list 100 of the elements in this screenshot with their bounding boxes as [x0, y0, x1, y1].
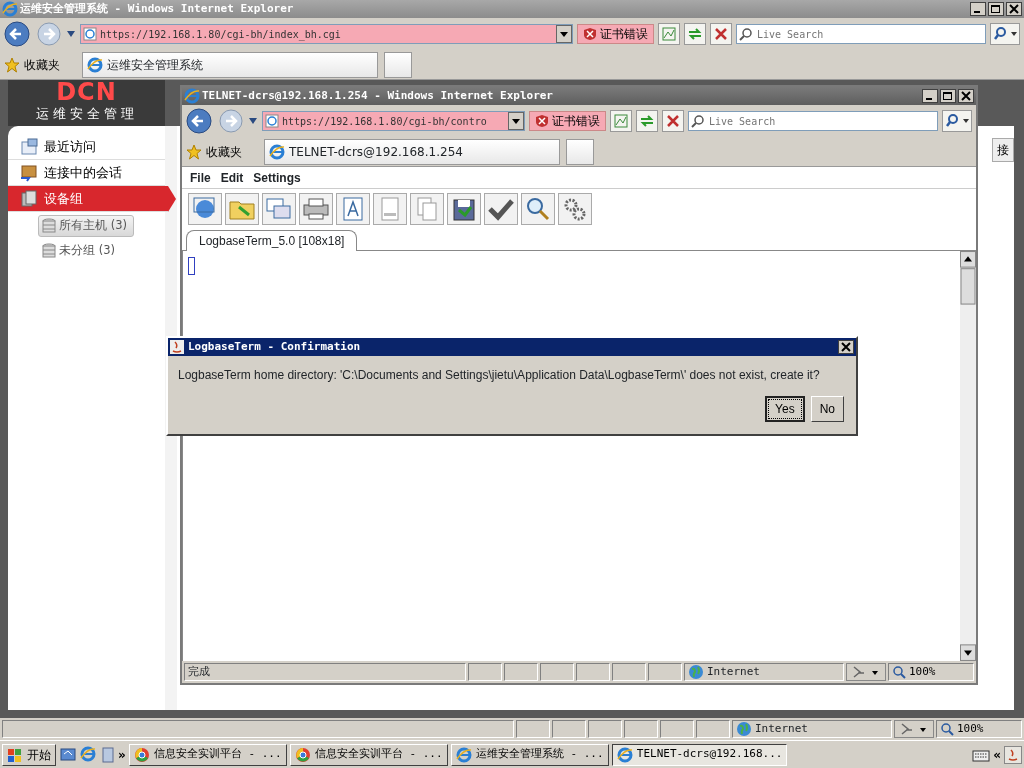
- taskbar-button[interactable]: 运维安全管理系统 - ...: [450, 743, 609, 766]
- shield-icon: [535, 114, 549, 128]
- tray-button[interactable]: «: [993, 745, 1001, 764]
- scrollbar[interactable]: [960, 251, 976, 661]
- minimize-button[interactable]: [970, 2, 986, 16]
- minimize-button[interactable]: [922, 89, 938, 103]
- zoom-icon: [940, 722, 954, 736]
- tree-item[interactable]: 所有主机 (3): [38, 215, 134, 237]
- shield-icon: [583, 27, 597, 41]
- back-button[interactable]: [186, 108, 214, 134]
- search-icon: [739, 27, 753, 41]
- new-tab-button[interactable]: [566, 138, 594, 165]
- menu-item[interactable]: File: [190, 168, 211, 187]
- tab-title: TELNET-dcrs@192.168.1.254: [289, 143, 463, 161]
- save-icon[interactable]: [447, 193, 481, 225]
- back-button[interactable]: [4, 21, 32, 47]
- browser-icon[interactable]: [80, 745, 98, 764]
- address-bar[interactable]: https://192.168.1.80/cgi-bh/index_bh.cgi: [80, 24, 573, 44]
- page-icon: [265, 114, 279, 128]
- sidebar-item[interactable]: 设备组: [8, 186, 176, 212]
- window-title: 运维安全管理系统 - Windows Internet Explorer: [20, 0, 295, 17]
- globe-icon: [736, 721, 752, 737]
- database-icon: [42, 243, 56, 259]
- dropdown-button[interactable]: [508, 112, 524, 130]
- stop-icon[interactable]: [662, 110, 684, 132]
- sidebar-item[interactable]: 最近访问: [8, 134, 165, 160]
- windows-icon[interactable]: [262, 193, 296, 225]
- close-button[interactable]: [1006, 2, 1022, 16]
- favorites-button[interactable]: 收藏夹: [4, 55, 60, 74]
- connect-button[interactable]: 接: [992, 138, 1014, 162]
- browser-tab[interactable]: TELNET-dcrs@192.168.1.254: [264, 138, 560, 165]
- refresh-icon[interactable]: [636, 110, 658, 132]
- search-field[interactable]: Live Search: [736, 24, 986, 44]
- terminal-tab[interactable]: LogbaseTerm_5.0 [108x18]: [186, 230, 358, 251]
- checkmark-icon[interactable]: [484, 193, 518, 225]
- database-icon: [42, 218, 56, 234]
- browser-icon: [294, 746, 311, 763]
- logo-subtitle: 运维安全管理: [35, 105, 138, 123]
- search-button[interactable]: [990, 23, 1020, 45]
- browser-tab[interactable]: 运维安全管理系统: [82, 51, 378, 78]
- font-icon[interactable]: [336, 193, 370, 225]
- dropdown-icon[interactable]: [66, 30, 76, 38]
- browser-icon: [184, 88, 200, 104]
- dialog-button[interactable]: Yes: [765, 396, 805, 422]
- more-button[interactable]: »: [118, 745, 126, 764]
- printer-icon[interactable]: [299, 193, 333, 225]
- search-field[interactable]: Live Search: [688, 111, 938, 131]
- security-zone: Internet: [732, 720, 892, 738]
- compatibility-icon[interactable]: [658, 23, 680, 45]
- dialog-button[interactable]: No: [810, 396, 844, 422]
- certificate-error-button[interactable]: 证书错误: [577, 24, 654, 44]
- browser-icon: [133, 746, 150, 763]
- java-icon[interactable]: [1004, 745, 1022, 764]
- menu-item[interactable]: Edit: [220, 168, 244, 187]
- taskbar-button[interactable]: TELNET-dcrs@192.168...: [611, 743, 788, 766]
- dropdown-button[interactable]: [556, 25, 572, 43]
- java-icon: [170, 340, 184, 354]
- logo-text: DCN: [56, 80, 117, 104]
- page-icon: [83, 27, 97, 41]
- tree-item[interactable]: 未分组 (3): [38, 240, 122, 262]
- new-tab-button[interactable]: [384, 51, 412, 78]
- tab-title: 运维安全管理系统: [107, 56, 203, 74]
- globe-icon[interactable]: [188, 193, 222, 225]
- stop-icon[interactable]: [710, 23, 732, 45]
- taskbar-button[interactable]: 信息安全实训平台 - ...: [128, 743, 287, 766]
- star-icon: [186, 143, 202, 160]
- dialog-title: LogbaseTerm - Confirmation: [188, 338, 362, 355]
- start-button[interactable]: 开始: [2, 743, 56, 766]
- security-zone: Internet: [684, 663, 844, 681]
- address-text: https://192.168.1.80/cgi-bh/index_bh.cgi: [100, 27, 342, 42]
- zoom-button[interactable]: 100%: [888, 663, 974, 681]
- search-button[interactable]: [942, 110, 972, 132]
- maximize-button[interactable]: [940, 89, 956, 103]
- gear-icon[interactable]: [558, 193, 592, 225]
- desktop-icon[interactable]: [59, 745, 77, 764]
- browser-icon: [616, 746, 633, 763]
- search-icon[interactable]: [521, 193, 555, 225]
- terminal-cursor: [188, 257, 195, 275]
- close-button[interactable]: [958, 89, 974, 103]
- status-text: 完成: [184, 663, 466, 681]
- browser-icon: [87, 56, 103, 73]
- favorites-button[interactable]: 收藏夹: [186, 142, 242, 161]
- browser-icon: [2, 1, 18, 17]
- browser-icon: [455, 746, 472, 763]
- window-title: TELNET-dcrs@192.168.1.254 - Windows Internet Explorer: [202, 87, 554, 104]
- taskbar-button[interactable]: 信息安全实训平台 - ...: [289, 743, 448, 766]
- address-bar[interactable]: https://192.168.1.80/cgi-bh/contro: [262, 111, 525, 131]
- close-button[interactable]: [838, 340, 854, 354]
- menu-item[interactable]: Settings: [253, 168, 301, 187]
- protected-mode-button[interactable]: [894, 720, 934, 738]
- certificate-error-button[interactable]: 证书错误: [529, 111, 606, 131]
- protected-mode-button[interactable]: [846, 663, 886, 681]
- zoom-button[interactable]: 100%: [936, 720, 1022, 738]
- zoom-icon: [892, 665, 906, 679]
- compatibility-icon[interactable]: [610, 110, 632, 132]
- windows-flag-icon: [7, 746, 23, 763]
- refresh-icon[interactable]: [684, 23, 706, 45]
- maximize-button[interactable]: [988, 2, 1004, 16]
- globe-icon: [688, 664, 704, 680]
- browser-icon: [269, 143, 285, 160]
